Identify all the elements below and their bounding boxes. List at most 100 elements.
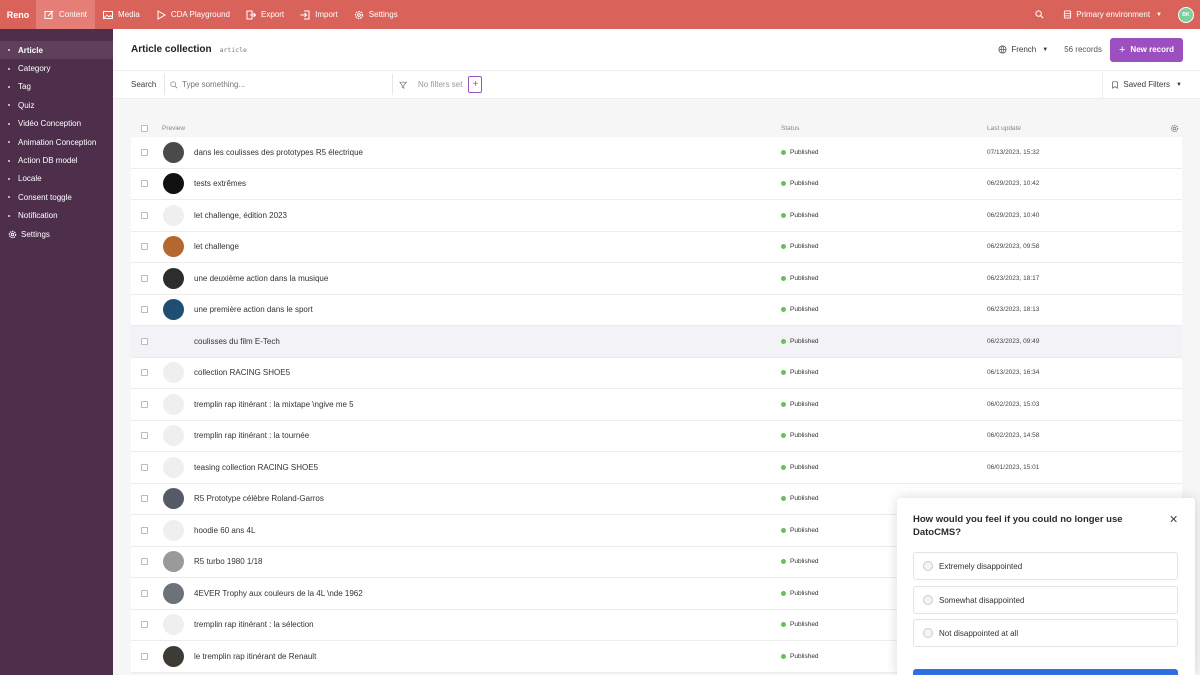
row-checkbox[interactable] xyxy=(141,526,148,534)
sidebar-item-article[interactable]: Article xyxy=(0,41,113,60)
sidebar-item-label: Quiz xyxy=(18,100,35,110)
row-checkbox[interactable] xyxy=(141,148,148,156)
nav-import[interactable]: Import xyxy=(292,0,346,29)
survey-submit-button[interactable] xyxy=(913,669,1178,675)
nav-content[interactable]: Content xyxy=(36,0,96,29)
nav-media-label: Media xyxy=(118,10,140,19)
sidebar-item-consent-toggle[interactable]: Consent toggle xyxy=(0,188,113,206)
status-badge: Published xyxy=(781,464,819,471)
sidebar-item-label: Consent toggle xyxy=(18,192,72,202)
row-checkbox[interactable] xyxy=(141,306,148,314)
status-dot-icon xyxy=(781,559,786,565)
table-row[interactable]: tests extrêmes Published 06/29/2023, 10:42 xyxy=(131,168,1182,200)
sidebar-item-category[interactable]: Category xyxy=(0,59,113,77)
table-row[interactable]: tremplin rap itinérant : la mixtape \ngi… xyxy=(131,389,1182,421)
column-status[interactable]: Status xyxy=(781,125,799,132)
survey-option-somewhat[interactable]: Somewhat disappointed xyxy=(913,586,1178,614)
bullet-icon xyxy=(8,214,10,217)
row-checkbox[interactable] xyxy=(141,558,148,566)
status-badge: Published xyxy=(781,590,819,597)
record-title: une deuxième action dans la musique xyxy=(194,273,329,283)
row-checkbox[interactable] xyxy=(141,180,148,188)
record-title: 4EVER Trophy aux couleurs de la 4L \nde … xyxy=(194,588,363,598)
record-title: collection RACING SHOE5 xyxy=(194,368,291,378)
sidebar-item-tag[interactable]: Tag xyxy=(0,78,113,96)
nav-media[interactable]: Media xyxy=(95,0,148,29)
add-filter-button[interactable]: + xyxy=(468,76,483,93)
sidebar-item-notification[interactable]: Notification xyxy=(0,207,113,225)
sidebar-item-video-conception[interactable]: Vidéo Conception xyxy=(0,115,113,133)
preview-thumbnail xyxy=(163,645,184,667)
row-checkbox[interactable] xyxy=(141,589,148,597)
sidebar-item-label: Tag xyxy=(18,82,31,92)
survey-question: How would you feel if you could no longe… xyxy=(913,514,1123,538)
row-checkbox[interactable] xyxy=(141,652,148,660)
status-dot-icon xyxy=(781,181,786,187)
preview-thumbnail xyxy=(163,173,184,195)
row-checkbox[interactable] xyxy=(141,432,148,440)
sidebar-item-settings[interactable]: Settings xyxy=(0,225,113,243)
preview-thumbnail xyxy=(163,236,184,258)
saved-filters-dropdown[interactable]: Saved Filters ▼ xyxy=(1102,70,1200,99)
chevron-down-icon: ▼ xyxy=(1156,11,1162,18)
table-row[interactable]: let challenge, édition 2023 Published 06/2… xyxy=(131,200,1182,232)
select-all-checkbox[interactable] xyxy=(141,125,148,132)
table-row[interactable]: tremplin rap itinérant : la tournée Publi… xyxy=(131,420,1182,452)
gear-icon[interactable] xyxy=(1170,124,1179,133)
table-row[interactable]: une première action dans le sport Publish… xyxy=(131,294,1182,326)
record-title: tests extrêmes xyxy=(194,179,247,189)
table-row[interactable]: collection RACING SHOE5 Published 06/13/20… xyxy=(131,357,1182,389)
locale-switcher[interactable]: French ▼ xyxy=(998,45,1048,54)
row-checkbox[interactable] xyxy=(141,337,148,345)
filter-zone[interactable]: No filters set + xyxy=(392,74,483,95)
nav-cda-playground[interactable]: CDA Playground xyxy=(148,0,238,29)
table-row[interactable]: teasing collection RACING SHOE5 Published… xyxy=(131,452,1182,484)
edit-icon xyxy=(44,10,54,19)
status-label: Published xyxy=(790,369,819,377)
sidebar-item-quiz[interactable]: Quiz xyxy=(0,96,113,114)
row-checkbox[interactable] xyxy=(141,369,148,377)
table-row[interactable]: dans les coulisses des prototypes R5 éle… xyxy=(131,137,1182,169)
row-checkbox[interactable] xyxy=(141,400,148,408)
nav-import-label: Import xyxy=(315,10,338,19)
project-name[interactable]: Reno xyxy=(0,0,36,29)
last-update-value: 06/23/2023, 18:17 xyxy=(987,274,1040,282)
sidebar-item-locale[interactable]: Locale xyxy=(0,170,113,188)
row-checkbox[interactable] xyxy=(141,243,148,251)
radio-icon xyxy=(923,595,933,605)
search-input[interactable] xyxy=(182,80,382,89)
table-row[interactable]: coulisses du film E-Tech Published 06/23/2… xyxy=(131,326,1182,358)
record-title: R5 Prototype célèbre Roland-Garros xyxy=(194,494,324,504)
nav-settings[interactable]: Settings xyxy=(346,0,406,29)
table-row[interactable]: let challenge Published 06/29/2023, 09:58 xyxy=(131,231,1182,263)
record-title: let challenge xyxy=(194,242,239,252)
row-checkbox[interactable] xyxy=(141,621,148,629)
nav-export[interactable]: Export xyxy=(238,0,292,29)
table-row[interactable]: une deuxième action dans la musique Publi… xyxy=(131,263,1182,295)
survey-option-not[interactable]: Not disappointed at all xyxy=(913,619,1178,647)
row-checkbox[interactable] xyxy=(141,463,148,471)
column-last-update[interactable]: Last update xyxy=(987,125,1021,132)
status-label: Published xyxy=(790,211,819,219)
status-dot-icon xyxy=(781,527,786,533)
row-checkbox[interactable] xyxy=(141,274,148,282)
row-checkbox[interactable] xyxy=(141,211,148,219)
sidebar-item-label: Notification xyxy=(18,211,58,221)
new-record-button[interactable]: + New record xyxy=(1109,37,1183,62)
row-checkbox[interactable] xyxy=(141,495,148,503)
global-search-button[interactable] xyxy=(1035,9,1047,21)
environment-switcher[interactable]: Primary environment ▼ xyxy=(1063,10,1162,19)
sidebar-item-action-db-model[interactable]: Action DB model xyxy=(0,151,113,169)
sidebar-item-animation-conception[interactable]: Animation Conception xyxy=(0,133,113,151)
record-title: tremplin rap itinérant : la sélection xyxy=(194,620,314,630)
preview-thumbnail xyxy=(163,425,184,447)
column-preview: Preview xyxy=(162,125,186,132)
user-avatar[interactable]: BK xyxy=(1178,6,1194,23)
survey-option-extremely[interactable]: Extremely disappointed xyxy=(913,552,1178,580)
status-dot-icon xyxy=(781,307,786,313)
close-icon[interactable]: ✕ xyxy=(1169,513,1178,526)
status-label: Published xyxy=(790,495,819,503)
search-field[interactable] xyxy=(164,74,392,95)
preview-thumbnail xyxy=(163,141,184,163)
sidebar: Article Category Tag Quiz Vidéo Concepti… xyxy=(0,29,113,675)
